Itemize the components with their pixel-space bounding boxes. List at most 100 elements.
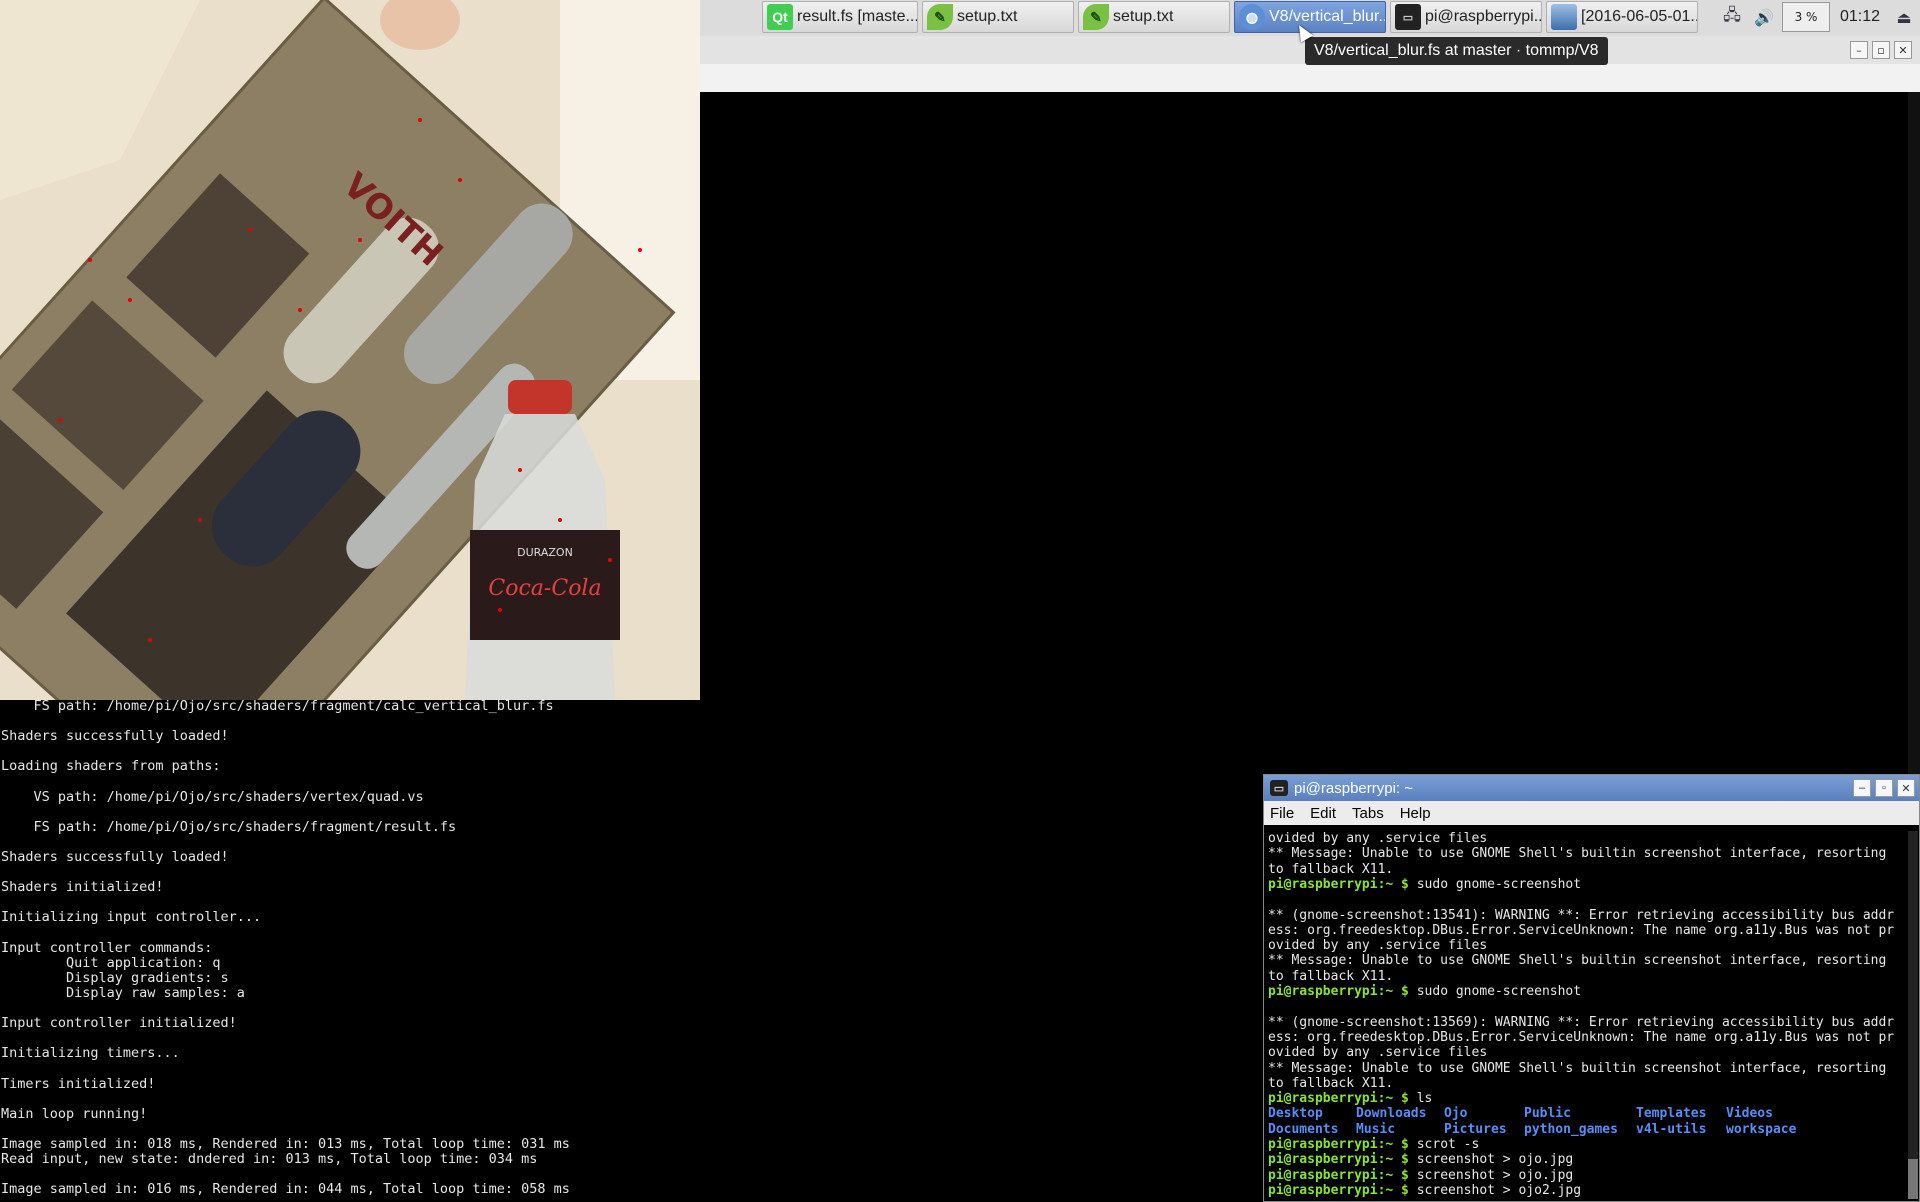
console-line: Shaders successfully loaded! [1, 728, 229, 745]
console-line: Quit application: q [1, 954, 221, 971]
terminal-line: ovided by any .service files [1268, 1045, 1488, 1061]
terminal-line: pi@raspberrypi:~ $ ls [1268, 1091, 1432, 1106]
terminal-line: to fallback X11. [1268, 1075, 1394, 1091]
terminal-line: ** Message: Unable to use GNOME Shell's … [1268, 846, 1887, 862]
terminal-output[interactable]: ovided by any .service files ** Message: … [1266, 831, 1906, 1199]
image-viewer-icon [1551, 4, 1577, 30]
terminal-line: pi@raspberrypi:~ $ screenshot > ojo2.jpg [1268, 1183, 1581, 1198]
leafpad-icon: ✎ [1083, 4, 1109, 30]
directory-entry: Music [1356, 1121, 1396, 1137]
terminal-icon: ▭ [1395, 4, 1421, 30]
taskbar-button[interactable]: ✎ setup.txt [922, 1, 1074, 33]
terminal-minimize-button[interactable]: – [1853, 779, 1871, 797]
terminal-command: screenshot > ojo2.jpg [1416, 1182, 1582, 1198]
terminal-scroll-thumb[interactable] [1908, 1159, 1918, 1199]
terminal-line: ovided by any .service files [1268, 938, 1488, 954]
taskbar-button-label: [2016-06-05-01... [1581, 8, 1698, 25]
clock[interactable]: 01:12 [1834, 8, 1886, 26]
terminal-window[interactable]: ▭ pi@raspberrypi: ~ – ▫ ✕ File Edit Tabs… [1263, 774, 1920, 1202]
cpu-monitor[interactable]: 3 % [1782, 2, 1830, 32]
minimize-button[interactable]: – [1850, 41, 1868, 59]
directory-entry: Documents [1268, 1121, 1339, 1137]
close-button[interactable]: ✕ [1894, 41, 1912, 59]
terminal-line: pi@raspberrypi:~ $ scrot -s [1268, 1137, 1479, 1152]
console-line: Display gradients: s [1, 969, 229, 986]
menu-help[interactable]: Help [1394, 805, 1437, 822]
directory-entry: Downloads [1356, 1106, 1427, 1122]
directory-entry: Desktop [1268, 1106, 1323, 1122]
taskbar-button-label: result.fs [maste... [797, 8, 918, 25]
taskbar-button[interactable]: [2016-06-05-01... [1546, 1, 1698, 33]
taskbar-tooltip: V8/vertical_blur.fs at master · tommp/V8 [1305, 37, 1608, 65]
background-window-scrollbar[interactable] [1908, 92, 1920, 774]
console-line: Input controller commands: [1, 939, 213, 956]
terminal-command: screenshot > ojo.jpg [1416, 1152, 1574, 1168]
console-line: FS path: /home/pi/Ojo/src/shaders/fragme… [1, 818, 457, 835]
terminal-line: ovided by any .service files [1268, 831, 1488, 846]
console-line: Image sampled in: 016 ms, Rendered in: 0… [1, 1181, 570, 1198]
system-tray: 🖧 🔊 3 % 01:12 ⏏ [1718, 0, 1918, 34]
terminal-line: ** Message: Unable to use GNOME Shell's … [1268, 953, 1887, 969]
terminal-prompt: pi@raspberrypi:~ $ [1268, 1182, 1409, 1198]
directory-entry: Public [1524, 1106, 1571, 1122]
bottle-label: Coca-Cola [488, 576, 601, 601]
terminal-command: sudo gnome-screenshot [1416, 984, 1582, 999]
browser-icon: ◍ [1239, 4, 1265, 30]
console-line: Timers initialized! [1, 1075, 156, 1092]
terminal-line: pi@raspberrypi:~ $ screenshot > ojo.jpg [1268, 1152, 1573, 1167]
terminal-command: ls [1416, 1091, 1433, 1107]
directory-entry: Pictures [1444, 1121, 1507, 1137]
terminal-line: ** Message: Unable to use GNOME Shell's … [1268, 1060, 1887, 1076]
console-line: Shaders initialized! [1, 879, 164, 896]
qt-icon: Qt [767, 4, 793, 30]
camera-feed-view: VOITH Coca-Cola DURAZON [0, 0, 700, 700]
background-window-toolbar [700, 64, 1920, 92]
leafpad-icon: ✎ [927, 4, 953, 30]
maximize-button[interactable]: ▫ [1872, 41, 1890, 59]
menu-file[interactable]: File [1264, 805, 1300, 822]
terminal-scrollbar[interactable] [1908, 831, 1918, 1199]
taskbar-button[interactable]: ✎ setup.txt [1078, 1, 1230, 33]
directory-entry: Templates [1636, 1106, 1707, 1122]
terminal-close-button[interactable]: ✕ [1897, 779, 1915, 797]
taskbar-button-label: setup.txt [1113, 8, 1174, 25]
terminal-line: to fallback X11. [1268, 861, 1394, 877]
terminal-prompt: pi@raspberrypi:~ $ [1268, 1137, 1409, 1152]
terminal-line: pi@raspberrypi:~ $ sudo gnome-screenshot [1268, 984, 1581, 999]
directory-entry: Ojo [1444, 1106, 1468, 1122]
console-output: FS path: /home/pi/Ojo/src/shaders/fragme… [0, 698, 1264, 1200]
terminal-line: pi@raspberrypi:~ $ sudo gnome-screenshot [1268, 877, 1581, 892]
bottle-brand: DURAZON [517, 546, 573, 559]
terminal-prompt: pi@raspberrypi:~ $ [1268, 1091, 1409, 1107]
eject-icon[interactable]: ⏏ [1890, 4, 1918, 30]
terminal-line: ** (gnome-screenshot:13569): WARNING **:… [1268, 1014, 1895, 1030]
volume-icon[interactable]: 🔊 [1750, 4, 1778, 30]
taskbar-button[interactable]: ▭ pi@raspberrypi... [1390, 1, 1542, 33]
directory-entry: workspace [1726, 1121, 1797, 1137]
terminal-prompt: pi@raspberrypi:~ $ [1268, 1167, 1409, 1183]
console-line: Display raw samples: a [1, 984, 245, 1001]
console-line: Loading shaders from paths: [1, 758, 221, 775]
console-line: Read input, new state: dndered in: 013 m… [1, 1151, 538, 1167]
taskbar-button-label: setup.txt [957, 8, 1018, 25]
terminal-maximize-button[interactable]: ▫ [1875, 779, 1893, 797]
taskbar-button[interactable]: ◍ V8/vertical_blur... [1234, 1, 1386, 33]
directory-entry: Videos [1726, 1106, 1773, 1122]
console-line: FS path: /home/pi/Ojo/src/shaders/fragme… [1, 698, 554, 714]
console-line: VS path: /home/pi/Ojo/src/shaders/vertex… [1, 788, 424, 805]
console-line: Main loop running! [1, 1105, 148, 1122]
terminal-titlebar[interactable]: ▭ pi@raspberrypi: ~ – ▫ ✕ [1264, 775, 1919, 801]
taskbar-button[interactable]: Qt result.fs [maste... [762, 1, 918, 33]
terminal-title: pi@raspberrypi: ~ [1294, 779, 1414, 797]
terminal-prompt: pi@raspberrypi:~ $ [1268, 1152, 1409, 1168]
terminal-command: sudo gnome-screenshot [1416, 876, 1582, 892]
terminal-line: ess: org.freedesktop.DBus.Error.ServiceU… [1268, 922, 1895, 938]
terminal-line: ** (gnome-screenshot:13541): WARNING **:… [1268, 907, 1895, 923]
terminal-prompt: pi@raspberrypi:~ $ [1268, 876, 1409, 892]
network-icon[interactable]: 🖧 [1718, 4, 1746, 30]
menu-edit[interactable]: Edit [1304, 805, 1342, 822]
menu-tabs[interactable]: Tabs [1346, 805, 1390, 822]
console-line: Shaders successfully loaded! [1, 849, 229, 865]
taskbar-button-label: pi@raspberrypi... [1425, 8, 1542, 25]
terminal-menubar: File Edit Tabs Help [1264, 801, 1919, 825]
